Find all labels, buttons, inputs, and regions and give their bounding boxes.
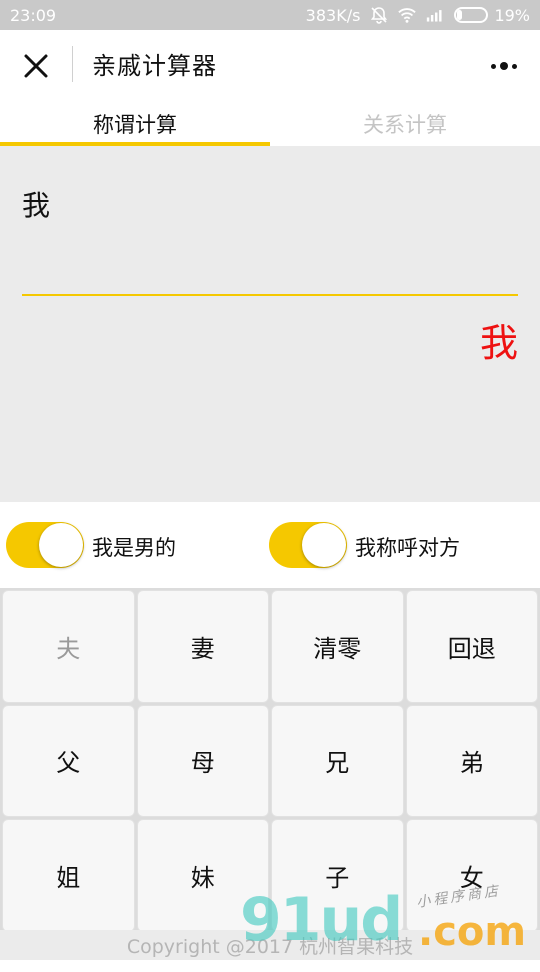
keypad: 夫 妻 清零 回退 父 母 兄 弟 姐 妹 子 女 xyxy=(0,588,540,934)
battery-indicator: 19% xyxy=(454,6,530,25)
header-divider xyxy=(72,46,73,82)
relation-input: 我 xyxy=(22,189,51,222)
more-dot xyxy=(500,62,508,70)
gender-toggle-label: 我是男的 xyxy=(92,536,176,560)
gender-toggle[interactable] xyxy=(6,522,84,568)
close-icon[interactable] xyxy=(20,50,52,82)
key-father[interactable]: 父 xyxy=(2,704,135,818)
app-header: 亲戚计算器 xyxy=(0,30,540,102)
key-husband[interactable]: 夫 xyxy=(2,590,135,703)
toggle-knob xyxy=(39,523,83,567)
direction-toggle-label: 我称呼对方 xyxy=(355,536,460,560)
more-dot xyxy=(512,63,517,69)
tab-title-calculation[interactable]: 称谓计算 xyxy=(0,102,270,146)
key-younger-brother[interactable]: 弟 xyxy=(405,704,538,818)
status-right: 383K/s 19% xyxy=(306,6,530,25)
status-bar: 23:09 383K/s 19% xyxy=(0,0,540,30)
toggle-row: 我是男的 我称呼对方 xyxy=(0,502,540,588)
network-speed: 383K/s xyxy=(305,5,361,25)
tab-bar: 称谓计算 关系计算 xyxy=(0,102,540,146)
key-elder-sister[interactable]: 姐 xyxy=(2,819,135,932)
copyright-footer: Copyright @2017 杭州智果科技 xyxy=(0,930,540,960)
key-mother[interactable]: 母 xyxy=(136,704,269,818)
toggle-knob xyxy=(302,523,346,567)
battery-icon xyxy=(454,7,489,23)
mute-bell-icon xyxy=(370,6,388,24)
key-son[interactable]: 子 xyxy=(271,819,404,932)
wifi-icon xyxy=(398,6,417,24)
result-text: 我 xyxy=(479,321,518,365)
tab-relation-calculation[interactable]: 关系计算 xyxy=(270,102,540,146)
signal-icon xyxy=(426,6,444,24)
key-backspace[interactable]: 回退 xyxy=(405,590,538,703)
key-clear[interactable]: 清零 xyxy=(271,590,404,703)
key-daughter[interactable]: 女 xyxy=(405,819,538,932)
more-dot xyxy=(491,63,496,69)
display-panel: 我 我 xyxy=(0,146,540,502)
key-younger-sister[interactable]: 妹 xyxy=(136,819,269,932)
page-title: 亲戚计算器 xyxy=(92,52,217,80)
more-icon[interactable] xyxy=(486,50,522,82)
direction-toggle[interactable] xyxy=(269,522,347,568)
key-elder-brother[interactable]: 兄 xyxy=(271,704,404,818)
battery-fill xyxy=(457,10,463,20)
key-wife[interactable]: 妻 xyxy=(136,590,269,703)
battery-percent: 19% xyxy=(494,5,530,25)
input-underline xyxy=(22,294,518,296)
status-time: 23:09 xyxy=(10,5,57,25)
